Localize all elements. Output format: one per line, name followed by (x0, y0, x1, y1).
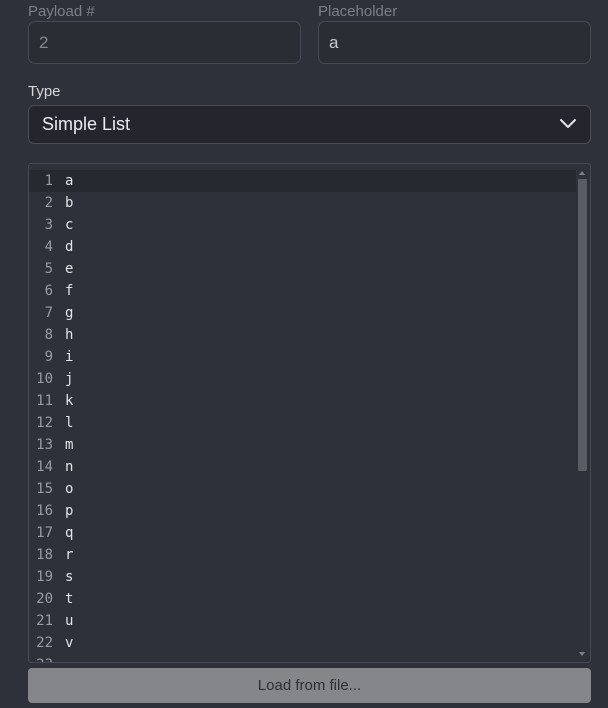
line-text: q (65, 525, 74, 541)
editor-line[interactable]: 10 j (29, 368, 576, 390)
line-number: 12 (36, 415, 53, 431)
payload-number-field[interactable]: 2 (28, 21, 301, 64)
editor-line[interactable]: 11 k (29, 390, 576, 412)
scroll-up-arrow-icon[interactable] (579, 171, 585, 175)
editor-line[interactable]: 16 p (29, 500, 576, 522)
payload-settings-panel: Payload # 2 Placeholder a Type Simple Li… (0, 0, 608, 708)
placeholder-field[interactable]: a (318, 21, 591, 64)
line-number: 3 (44, 217, 53, 233)
line-number: 17 (36, 525, 53, 541)
editor-lines: 1a 2b 3c 4d 5e 6f 7g 8h 9i 10 j 11 k 12 l 1… (29, 170, 576, 662)
type-label: Type (28, 83, 61, 100)
line-text: v (65, 635, 74, 651)
line-text: a (65, 173, 74, 189)
chevron-down-icon (560, 119, 576, 128)
line-text: h (65, 327, 74, 343)
placeholder-label: Placeholder (318, 3, 398, 20)
editor-line[interactable]: 19 s (29, 566, 576, 588)
editor-line[interactable]: 18 r (29, 544, 576, 566)
line-number: 14 (36, 459, 53, 475)
line-number: 6 (44, 283, 53, 299)
editor-line[interactable]: 2b (29, 192, 576, 214)
line-number: 15 (36, 481, 53, 497)
line-number: 22 (36, 635, 53, 651)
payload-list-editor[interactable]: 1a 2b 3c 4d 5e 6f 7g 8h 9i 10 j 11 k 12 l 1… (28, 163, 591, 663)
line-text: k (65, 393, 74, 409)
line-number: 9 (44, 349, 53, 365)
line-number: 23 (29, 654, 53, 662)
editor-line[interactable]: 22 v (29, 632, 576, 654)
editor-line[interactable]: 8h (29, 324, 576, 346)
type-select-value: Simple List (42, 114, 131, 134)
line-text: i (65, 349, 74, 365)
line-number: 19 (36, 569, 53, 585)
line-number: 2 (44, 195, 53, 211)
line-text: f (65, 283, 74, 299)
line-number: 7 (44, 305, 53, 321)
editor-line[interactable]: 23 (29, 654, 576, 662)
editor-line[interactable]: 20 t (29, 588, 576, 610)
editor-line[interactable]: 17 q (29, 522, 576, 544)
editor-line[interactable]: 9i (29, 346, 576, 368)
editor-line[interactable]: 6f (29, 280, 576, 302)
line-text: t (65, 591, 74, 607)
editor-line[interactable]: 7g (29, 302, 576, 324)
editor-line[interactable]: 21 u (29, 610, 576, 632)
line-text: n (65, 459, 74, 475)
line-number: 8 (44, 327, 53, 343)
line-text: p (65, 503, 74, 519)
line-text: j (65, 371, 74, 387)
line-text: o (65, 481, 74, 497)
payload-number-label: Payload # (28, 3, 95, 20)
line-number: 13 (36, 437, 53, 453)
line-text: l (65, 415, 74, 431)
line-number: 16 (36, 503, 53, 519)
line-number: 4 (44, 239, 53, 255)
line-text: u (65, 613, 74, 629)
editor-line[interactable]: 4d (29, 236, 576, 258)
line-text: m (65, 437, 74, 453)
line-text: r (65, 547, 74, 563)
line-text: e (65, 261, 74, 277)
line-number: 5 (44, 261, 53, 277)
editor-line[interactable]: 12 l (29, 412, 576, 434)
editor-line[interactable]: 5e (29, 258, 576, 280)
line-text: d (65, 239, 74, 255)
line-number: 18 (36, 547, 53, 563)
line-text: c (65, 217, 74, 233)
scrollbar-thumb[interactable] (578, 179, 587, 471)
type-select[interactable]: Simple List (28, 105, 591, 144)
line-number: 11 (36, 393, 53, 409)
editor-line[interactable]: 14 n (29, 456, 576, 478)
editor-line[interactable]: 15 o (29, 478, 576, 500)
editor-line[interactable]: 13 m (29, 434, 576, 456)
line-text: s (65, 569, 74, 585)
line-text: b (65, 195, 74, 211)
line-number: 20 (36, 591, 53, 607)
line-number: 1 (44, 173, 53, 189)
editor-line[interactable]: 3c (29, 214, 576, 236)
editor-scrollbar[interactable] (577, 168, 588, 659)
load-from-file-button[interactable]: Load from file... (28, 668, 591, 703)
scroll-down-arrow-icon[interactable] (579, 652, 585, 656)
line-number: 10 (36, 371, 53, 387)
line-text: g (65, 305, 74, 321)
line-number: 21 (36, 613, 53, 629)
editor-line[interactable]: 1a (29, 170, 576, 192)
